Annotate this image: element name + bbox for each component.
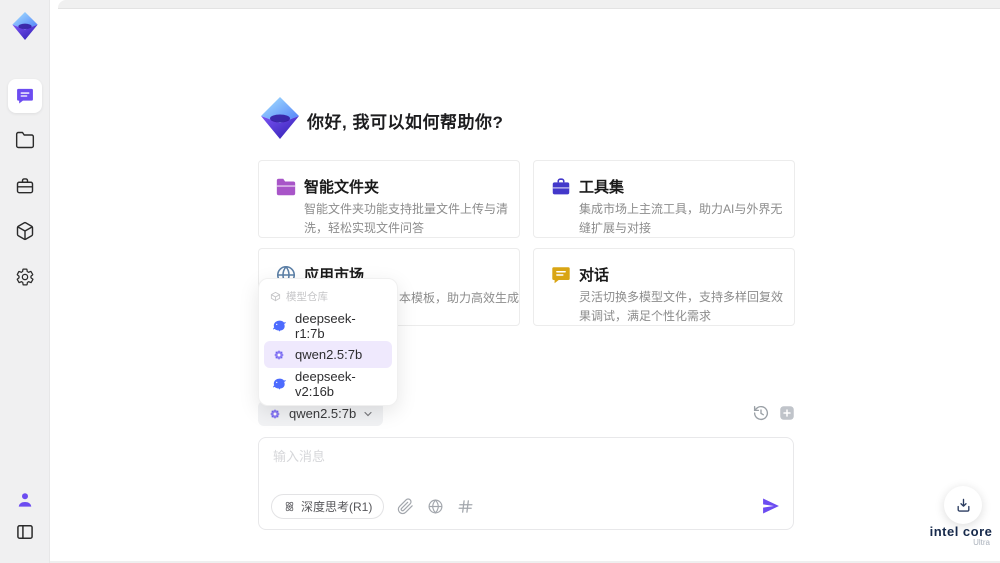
sidebar-item-chat[interactable] bbox=[8, 79, 42, 113]
intel-ultra-text: Ultra bbox=[973, 538, 990, 547]
card-description: 智能文件夹功能支持批量文件上传与清洗，轻松实现文件问答 bbox=[304, 202, 509, 235]
deep-think-toggle[interactable]: 深度思考(R1) bbox=[271, 493, 385, 519]
app-window: 你好, 我可以如何帮助你? 智能文件夹 智能文件夹功能支持批量文件上传与清洗，轻… bbox=[0, 0, 1000, 563]
send-icon bbox=[763, 498, 779, 514]
model-option-qwen[interactable]: qwen2.5:7b bbox=[264, 341, 392, 368]
folder-icon bbox=[15, 131, 35, 149]
model-option-label: qwen2.5:7b bbox=[295, 347, 363, 362]
attach-button[interactable] bbox=[397, 497, 414, 515]
chevron-down-icon bbox=[364, 411, 372, 416]
globe-icon bbox=[428, 498, 443, 514]
panel-icon bbox=[17, 525, 33, 539]
card-description: 灵活切换多模型文件，支持多样回复效果调试，满足个性化需求 bbox=[579, 290, 784, 323]
composer-toolbar: 深度思考(R1) bbox=[271, 493, 781, 519]
history-icon bbox=[753, 405, 769, 421]
sidebar bbox=[0, 0, 50, 563]
sidebar-item-models[interactable] bbox=[8, 214, 42, 248]
paperclip-icon bbox=[398, 497, 414, 514]
sidebar-item-settings[interactable] bbox=[8, 260, 42, 294]
card-description-partial: 本模板，助力高效生成多 bbox=[399, 291, 520, 305]
card-smart-folder[interactable]: 智能文件夹 智能文件夹功能支持批量文件上传与清洗，轻松实现文件问答 bbox=[258, 160, 520, 238]
card-title: 智能文件夹 bbox=[304, 179, 380, 196]
grid-icon bbox=[458, 499, 473, 513]
new-chat-button[interactable] bbox=[778, 404, 796, 422]
download-button[interactable] bbox=[944, 486, 982, 524]
cube-icon bbox=[16, 221, 34, 241]
web-search-button[interactable] bbox=[427, 498, 444, 515]
sidebar-item-folders[interactable] bbox=[8, 123, 42, 157]
qwen-icon bbox=[270, 408, 280, 419]
model-option-label: deepseek-v2:16b bbox=[295, 368, 356, 399]
user-icon bbox=[18, 493, 32, 507]
deepseek-icon bbox=[273, 378, 286, 390]
cube-icon bbox=[270, 291, 281, 302]
deepseek-icon bbox=[273, 320, 286, 332]
send-button[interactable] bbox=[761, 496, 781, 516]
intel-core-badge: intel core Ultra bbox=[928, 524, 994, 547]
model-dropdown: 模型仓库 deepseek-r1:7b qwen2.5:7b deepseek-… bbox=[258, 278, 398, 406]
card-description: 集成市场上主流工具，助力AI与外界无缝扩展与对接 bbox=[579, 202, 783, 235]
briefcase-icon bbox=[550, 176, 572, 198]
chat-icon bbox=[17, 88, 33, 104]
model-option-deepseek-r1[interactable]: deepseek-r1:7b bbox=[264, 310, 392, 341]
sidebar-item-collapse-panel[interactable] bbox=[8, 515, 42, 549]
model-option-deepseek-v2[interactable]: deepseek-v2:16b bbox=[264, 368, 392, 399]
card-title: 工具集 bbox=[579, 179, 625, 196]
model-repo-header: 模型仓库 bbox=[264, 285, 392, 310]
deep-think-label: 深度思考(R1) bbox=[301, 499, 373, 514]
app-logo bbox=[12, 12, 38, 40]
message-input[interactable] bbox=[273, 448, 773, 490]
new-chat-icon bbox=[780, 406, 794, 420]
model-repo-label: 模型仓库 bbox=[286, 291, 328, 303]
card-toolset[interactable]: 工具集 集成市场上主流工具，助力AI与外界无缝扩展与对接 bbox=[533, 160, 795, 238]
atom-icon bbox=[285, 501, 294, 511]
briefcase-icon bbox=[16, 178, 34, 194]
chat-icon bbox=[550, 264, 572, 286]
card-dialogue[interactable]: 对话 灵活切换多模型文件，支持多样回复效果调试，满足个性化需求 bbox=[533, 248, 795, 326]
greeting-logo bbox=[261, 97, 299, 139]
intel-logo-text: intel core bbox=[929, 524, 993, 539]
window-top-edge bbox=[58, 0, 1000, 9]
qwen-icon bbox=[274, 349, 284, 360]
model-option-label: deepseek-r1:7b bbox=[295, 310, 356, 341]
greeting-title: 你好, 我可以如何帮助你? bbox=[307, 113, 504, 132]
sidebar-item-toolbox[interactable] bbox=[8, 169, 42, 203]
card-title: 对话 bbox=[579, 267, 610, 284]
message-composer: 深度思考(R1) bbox=[258, 437, 794, 530]
prompt-library-button[interactable] bbox=[457, 498, 474, 515]
download-icon bbox=[957, 498, 969, 512]
sidebar-item-account[interactable] bbox=[8, 483, 42, 517]
model-selector-value: qwen2.5:7b bbox=[289, 406, 357, 421]
gear-icon bbox=[16, 268, 34, 286]
history-button[interactable] bbox=[752, 404, 770, 422]
folder-icon bbox=[275, 176, 297, 198]
